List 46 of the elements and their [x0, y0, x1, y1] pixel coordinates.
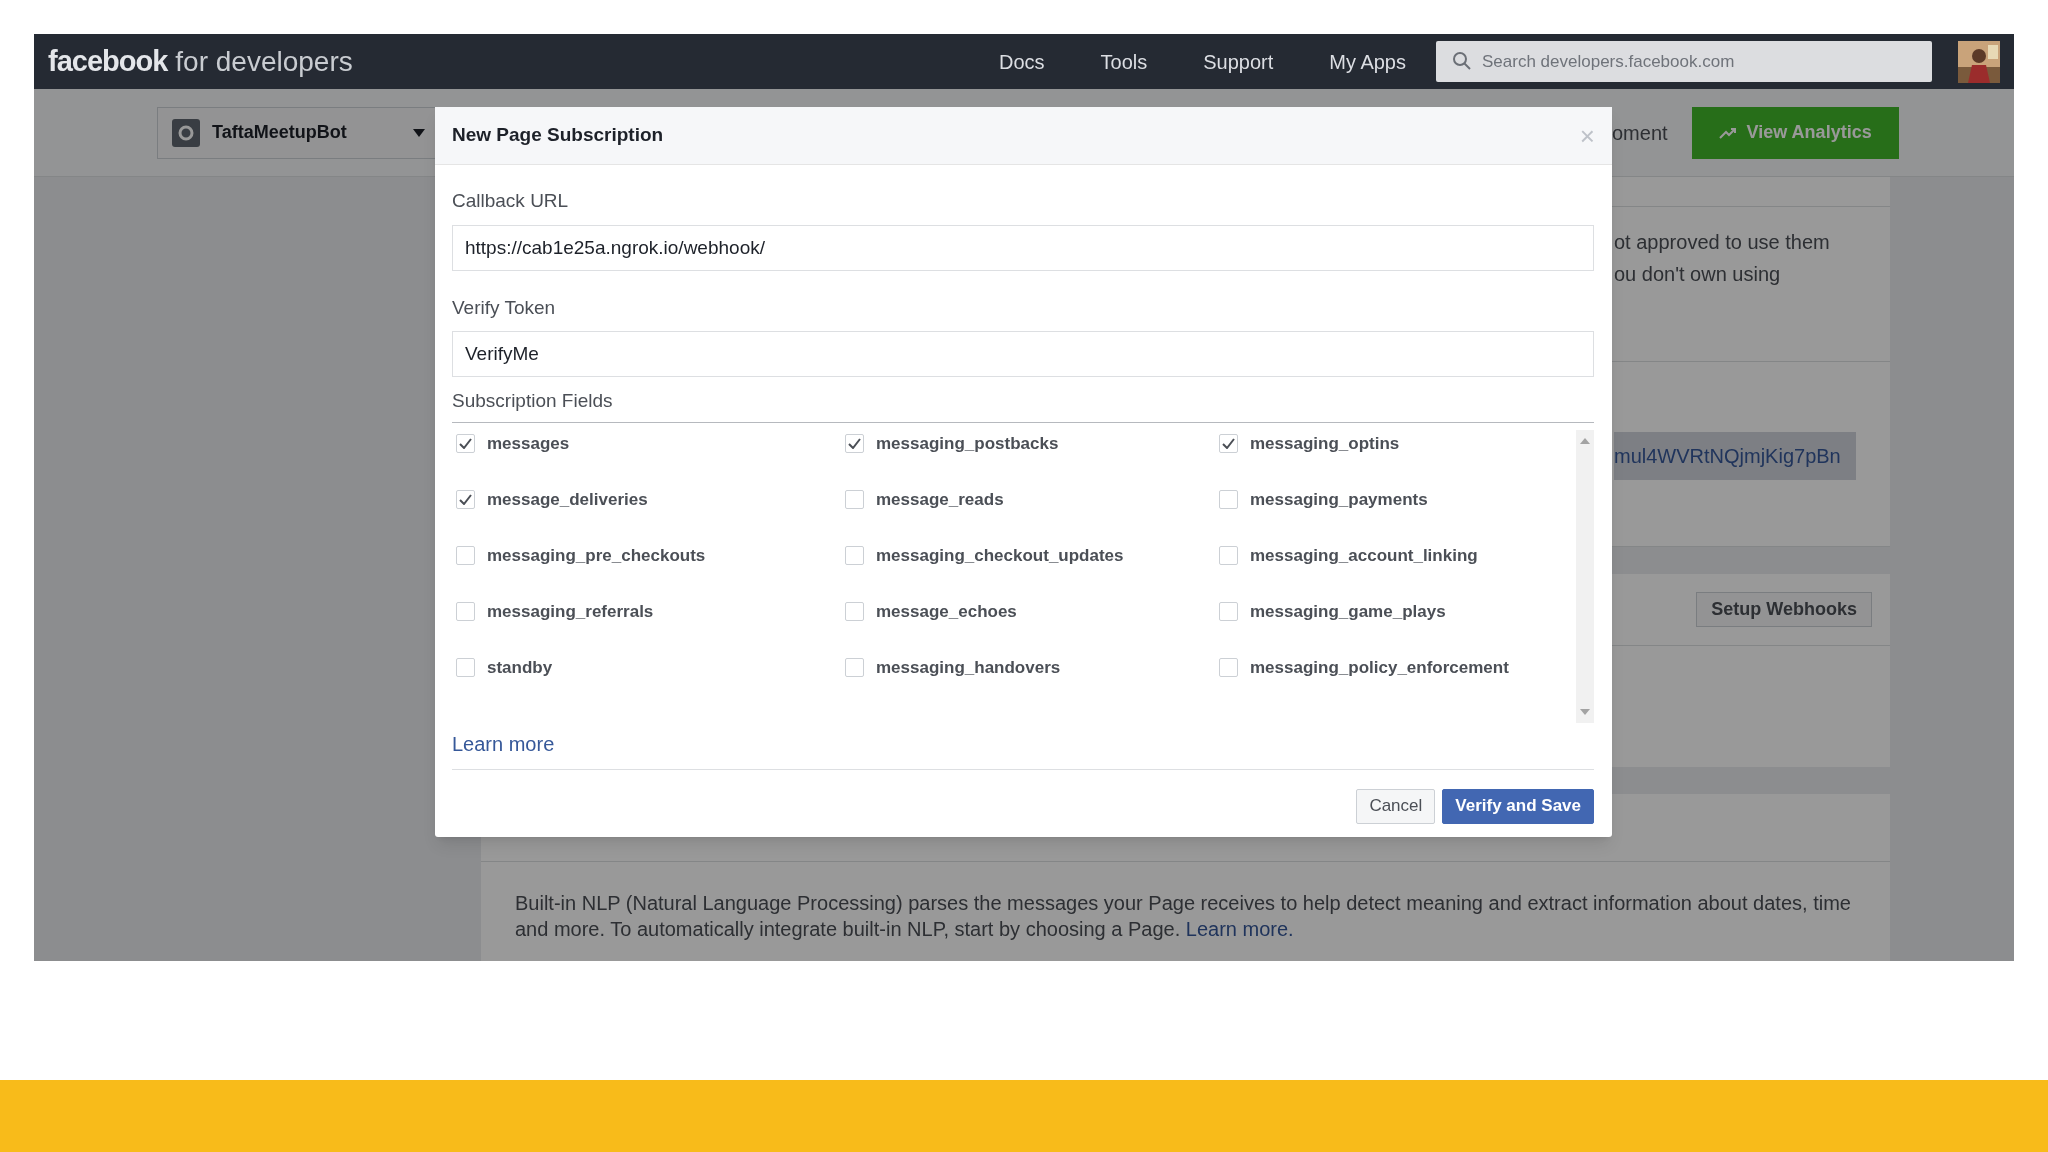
text-field[interactable]: https://cab1e25a.ngrok.io/webhook/ — [452, 224, 1594, 271]
subscription-checkbox[interactable]: messaging_referrals — [456, 597, 845, 626]
checkmark-icon — [1222, 438, 1235, 449]
scrollbar[interactable] — [1576, 429, 1594, 723]
subscription-checkbox[interactable]: messaging_checkout_updates — [845, 541, 1219, 570]
field-label: Verify Token — [452, 295, 557, 320]
subscription-checkbox[interactable]: standby — [456, 653, 845, 682]
nlp-description: Built-in NLP (Natural Language Processing) parses the messages your Page receives to help detect meaning and extract information about dates, time and more. To automatically integrate built-in NLP, start by choosing a Page. Learn more. — [514, 891, 1852, 942]
search-icon — [1452, 51, 1472, 71]
subscription-checkbox[interactable]: messaging_payments — [1219, 485, 1576, 514]
subscription-checkbox[interactable]: message_echoes — [845, 597, 1219, 626]
checkmark-icon — [459, 494, 472, 505]
subscription-checkbox[interactable]: messaging_game_plays — [1219, 597, 1576, 626]
subscription-checkbox[interactable]: messaging_optins — [1219, 429, 1576, 458]
permissions-text: ot approved to use them — [1614, 230, 1831, 255]
subscription-checkbox[interactable]: messaging_account_linking — [1219, 541, 1576, 570]
search-field[interactable]: Search developers.facebook.com — [1436, 41, 1932, 82]
trend-icon — [1718, 126, 1737, 139]
tab-label[interactable]: oment — [1612, 117, 1668, 148]
subscription-checkbox[interactable]: message_reads — [845, 485, 1219, 514]
field-label: Callback URL — [452, 189, 570, 213]
subscription-checkbox[interactable]: messages — [456, 429, 845, 458]
checkmark-icon — [459, 438, 472, 449]
subscription-checkbox[interactable]: messaging_handovers — [845, 653, 1219, 682]
learn-more-link[interactable]: Learn more — [452, 732, 555, 755]
learn-more-link[interactable]: Learn more. — [1185, 918, 1294, 940]
setup-webhooks-button[interactable]: Setup Webhooks — [1696, 592, 1872, 627]
scroll-up-icon[interactable] — [1580, 437, 1590, 444]
permissions-text: ou don't own using — [1614, 262, 1782, 287]
checkmark-icon — [848, 438, 861, 449]
subscription-checkbox[interactable]: messaging_postbacks — [845, 429, 1219, 458]
scroll-down-icon[interactable] — [1580, 708, 1590, 715]
subscription-checkbox[interactable]: messaging_pre_checkouts — [456, 541, 845, 570]
subscription-checkbox[interactable]: message_deliveries — [456, 485, 845, 514]
subscription-checkbox[interactable]: messaging_policy_enforcement — [1219, 653, 1576, 682]
nav-link[interactable]: Tools — [1100, 46, 1148, 77]
nav-link[interactable]: Docs — [998, 46, 1045, 77]
text-field[interactable]: VerifyMe — [452, 331, 1594, 377]
dialog-title: New Page Subscription — [452, 123, 665, 148]
caret-icon — [413, 128, 425, 137]
nav-link[interactable]: My Apps — [1329, 46, 1406, 77]
cancel-button[interactable]: Cancel — [1356, 788, 1436, 824]
nav-link[interactable]: Support — [1203, 46, 1274, 77]
verify-and-save-button[interactable]: Verify and Save — [1442, 788, 1594, 824]
section-label: Subscription Fields — [452, 387, 1594, 423]
logo[interactable]: facebook for developers — [48, 39, 353, 84]
